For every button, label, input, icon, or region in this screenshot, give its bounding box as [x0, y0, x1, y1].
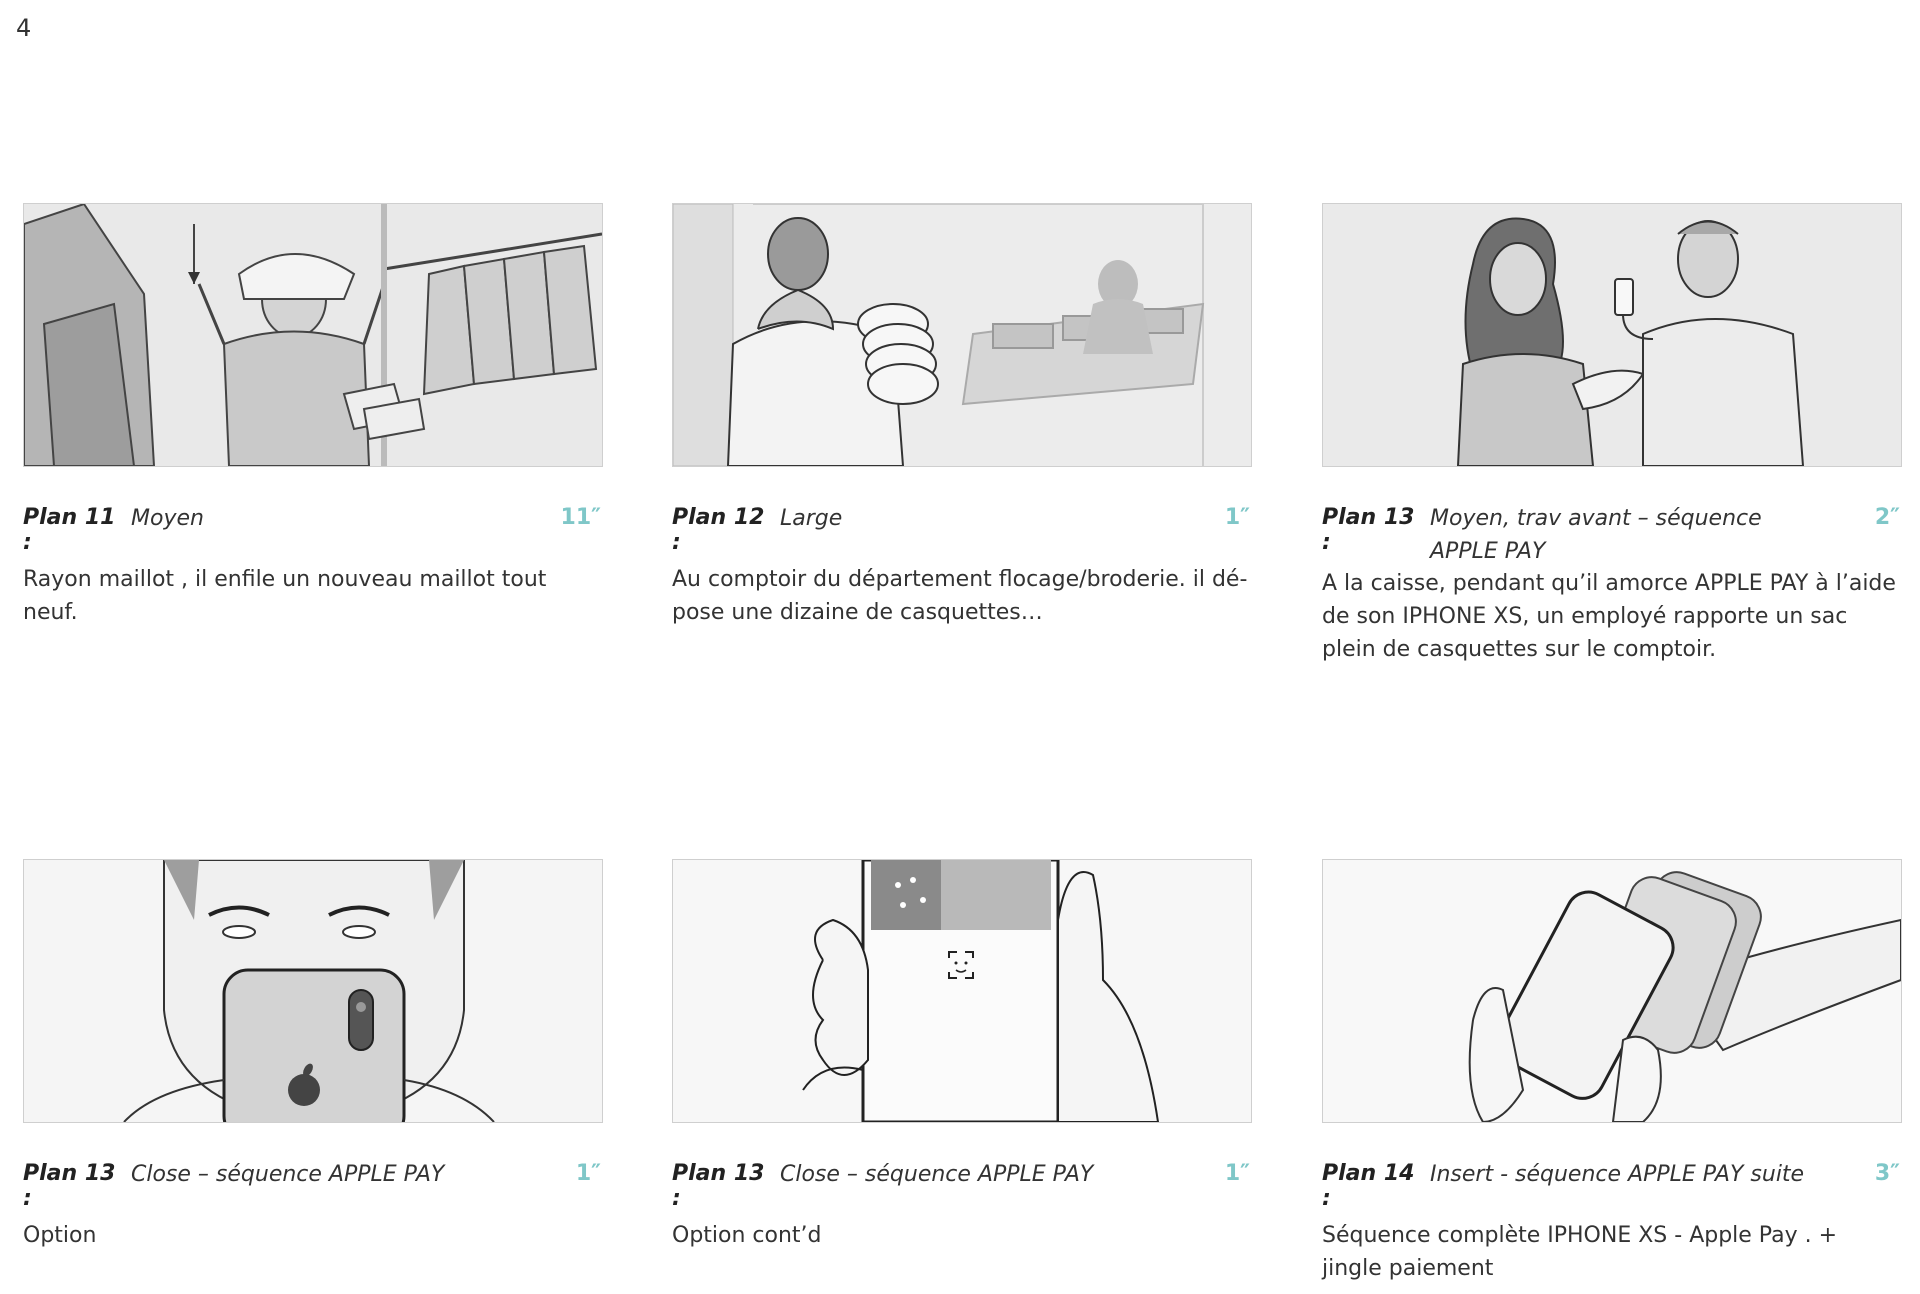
plan-duration: 1″	[1224, 1161, 1250, 1186]
plan-duration: 11″	[560, 505, 601, 530]
plan-label: Plan 14 :	[1322, 1161, 1415, 1211]
plan-heading: Plan 13 : Close – séquence APPLE PAY 1″	[672, 1158, 1252, 1211]
sketch-face-id-screen	[673, 860, 1251, 1122]
plan-type-line: Close – séquence APPLE PAY	[131, 1162, 445, 1187]
sketch-counter	[673, 204, 1251, 466]
plan-duration: 1″	[575, 1161, 601, 1186]
sketch-frame-face-id-screen	[672, 859, 1252, 1123]
plan-type: Insert - séquence APPLE PAY suite	[1430, 1158, 1810, 1191]
storyboard-panel-5: Plan 13 : Close – séquence APPLE PAY 1″ O…	[672, 859, 1252, 1252]
storyboard-panel-2: Plan 12 : Large 1″ Au comptoir du départe…	[672, 203, 1252, 629]
page-number: 4	[16, 14, 32, 42]
plan-description: Option	[23, 1223, 97, 1248]
plan-label: Plan 11 :	[23, 505, 116, 555]
sketch-frame-counter	[672, 203, 1252, 467]
plan-description: Rayon maillot , il enfile un nouveau mai…	[23, 567, 547, 625]
plan-description: A la caisse, pendant qu’il amorce APPLE …	[1322, 571, 1896, 662]
plan-heading: Plan 13 : Close – séquence APPLE PAY 1″	[23, 1158, 603, 1211]
plan-label: Plan 13 :	[672, 1161, 765, 1211]
plan-type-line: Moyen	[131, 506, 204, 531]
plan-type-line-1: Moyen, trav avant – séquence	[1430, 506, 1762, 531]
plan-type: Large	[780, 502, 1160, 535]
sketch-frame-fitting-room	[23, 203, 603, 467]
plan-type: Moyen, trav avant – séquence APPLE PAY	[1430, 502, 1810, 568]
sketch-frame-checkout	[1322, 203, 1902, 467]
plan-label: Plan 13 :	[1322, 505, 1415, 555]
plan-type-line: Insert - séquence APPLE PAY suite	[1430, 1162, 1805, 1187]
plan-heading: Plan 14 : Insert - séquence APPLE PAY sui…	[1322, 1158, 1902, 1211]
plan-type: Close – séquence APPLE PAY	[131, 1158, 511, 1191]
sketch-checkout	[1323, 204, 1901, 466]
plan-type-line-2: APPLE PAY	[1430, 539, 1546, 564]
sketch-frame-insert-phones	[1322, 859, 1902, 1123]
plan-duration: 3″	[1874, 1161, 1900, 1186]
sketch-insert-phones	[1323, 860, 1901, 1122]
plan-type: Close – séquence APPLE PAY	[780, 1158, 1160, 1191]
plan-type-line: Close – séquence APPLE PAY	[780, 1162, 1094, 1187]
storyboard-panel-3: Plan 13 : Moyen, trav avant – séquence APP…	[1322, 203, 1902, 666]
plan-heading: Plan 12 : Large 1″	[672, 502, 1252, 555]
plan-type-line: Large	[780, 506, 843, 531]
sketch-frame-face-id-back	[23, 859, 603, 1123]
plan-label: Plan 12 :	[672, 505, 765, 555]
plan-description: Option cont’d	[672, 1223, 822, 1248]
plan-description: Au comptoir du département flocage/brode…	[672, 567, 1248, 625]
plan-heading: Plan 13 : Moyen, trav avant – séquence APP…	[1322, 505, 1902, 564]
storyboard-panel-6: Plan 14 : Insert - séquence APPLE PAY sui…	[1322, 859, 1902, 1285]
sketch-fitting-room	[24, 204, 602, 466]
plan-label: Plan 13 :	[23, 1161, 116, 1211]
plan-duration: 2″	[1874, 505, 1900, 530]
plan-description: Séquence complète IPHONE XS - Apple Pay …	[1322, 1223, 1838, 1281]
sketch-face-id-back	[24, 860, 602, 1122]
storyboard-panel-1: Plan 11 : Moyen 11″ Rayon maillot , il en…	[23, 203, 603, 629]
storyboard-panel-4: Plan 13 : Close – séquence APPLE PAY 1″ O…	[23, 859, 603, 1252]
plan-heading: Plan 11 : Moyen 11″	[23, 502, 603, 555]
plan-duration: 1″	[1224, 505, 1250, 530]
plan-type: Moyen	[131, 502, 511, 535]
